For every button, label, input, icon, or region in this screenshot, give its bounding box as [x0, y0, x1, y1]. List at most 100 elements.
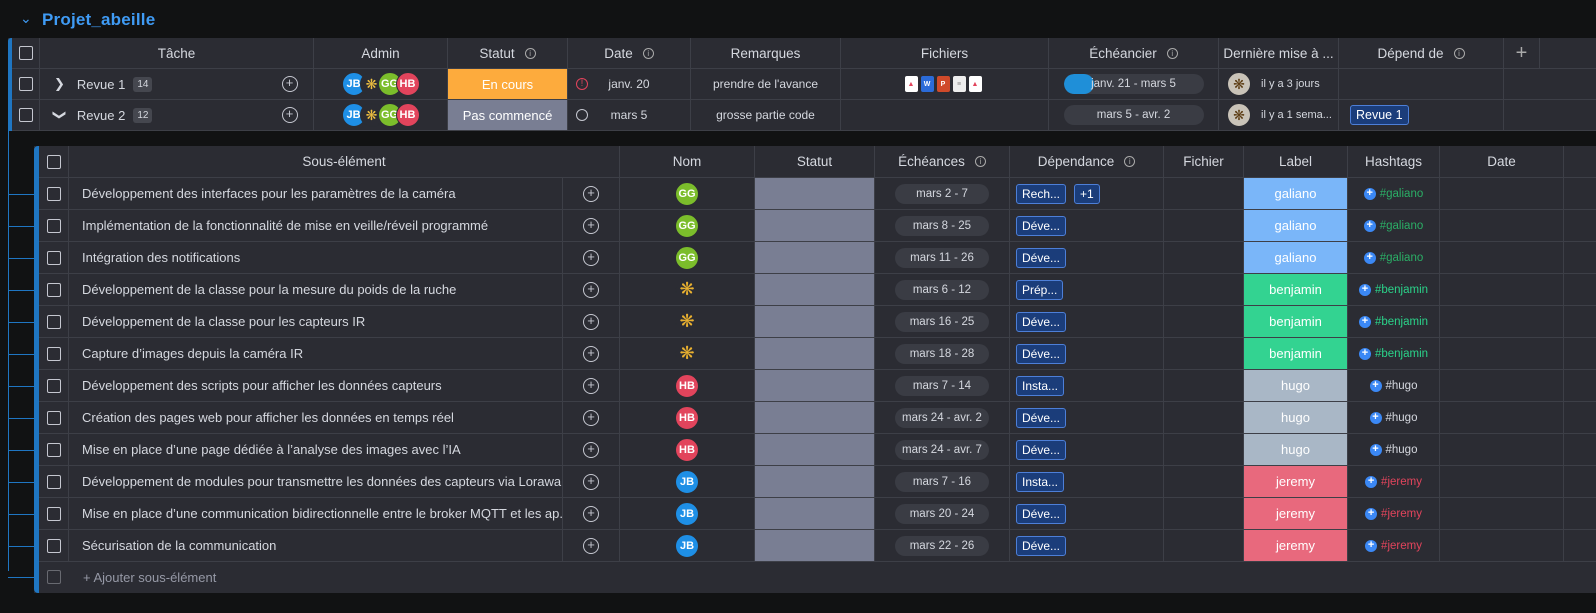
file-cell[interactable]	[1164, 530, 1244, 561]
hashtag-cell[interactable]: + #jeremy	[1348, 466, 1440, 497]
subitem-date-cell[interactable]	[1440, 306, 1564, 337]
file-cell[interactable]	[1164, 306, 1244, 337]
add-subitem-button[interactable]: + Ajouter sous-élément	[83, 561, 383, 593]
deadline-cell[interactable]: mars 18 - 28	[875, 338, 1010, 369]
date-cell[interactable]: mars 5	[568, 100, 691, 130]
subitem-date-cell[interactable]	[1440, 402, 1564, 433]
subitem-title[interactable]: Sécurisation de la communication	[69, 530, 563, 561]
header-files[interactable]: Fichiers	[841, 38, 1049, 68]
file-cell[interactable]	[1164, 178, 1244, 209]
deadline-pill[interactable]: mars 7 - 16	[895, 471, 989, 492]
add-hashtag-icon[interactable]: +	[1358, 315, 1371, 328]
sub-header-date[interactable]: Date	[1440, 146, 1564, 177]
add-update-icon[interactable]: +	[583, 249, 599, 266]
hashtag-tag[interactable]: + #hugo	[1369, 411, 1417, 424]
owner-cell[interactable]: ❋	[620, 274, 755, 305]
label-cell[interactable]: galiano	[1244, 210, 1348, 241]
add-hashtag-icon[interactable]: +	[1365, 539, 1378, 552]
label-cell[interactable]: hugo	[1244, 402, 1348, 433]
avatar[interactable]: HB	[395, 72, 420, 96]
last-update-cell[interactable]: ❋ il y a 3 jours	[1219, 69, 1339, 99]
sub-header-file[interactable]: Fichier	[1164, 146, 1244, 177]
subitem-title[interactable]: Capture d’images depuis la caméra IR	[69, 338, 563, 369]
admin-cell[interactable]: JB ❋ GG HB	[314, 100, 448, 130]
avatar[interactable]: HB	[675, 437, 699, 462]
subitem-title[interactable]: Mise en place d’une communication bidire…	[69, 498, 563, 529]
task-name[interactable]: Revue 2	[77, 108, 125, 123]
add-update-icon[interactable]: +	[583, 217, 599, 234]
label-cell[interactable]: jeremy	[1244, 498, 1348, 529]
remarks-cell[interactable]: prendre de l'avance	[691, 69, 841, 99]
header-depends[interactable]: Dépend de i	[1339, 38, 1504, 68]
deadline-pill[interactable]: mars 24 - avr. 7	[895, 439, 989, 460]
deadline-pill[interactable]: mars 2 - 7	[895, 183, 989, 204]
dependency-cell[interactable]: Déve...	[1010, 306, 1164, 337]
file-cell[interactable]	[1164, 434, 1244, 465]
deadline-pill[interactable]: mars 16 - 25	[895, 311, 989, 332]
add-hashtag-icon[interactable]: +	[1365, 507, 1378, 520]
subitem-status-cell[interactable]	[755, 466, 875, 497]
subitem-count-badge[interactable]: 14	[133, 76, 153, 92]
hashtag-cell[interactable]: + #galiano	[1348, 210, 1440, 241]
subitem-date-cell[interactable]	[1440, 530, 1564, 561]
dependency-chip[interactable]: Déve...	[1016, 439, 1067, 460]
file-cell[interactable]	[1164, 210, 1244, 241]
dependency-cell[interactable]: Déve...	[1010, 498, 1164, 529]
pdf-file-icon[interactable]: ▲	[968, 76, 982, 92]
add-update-icon[interactable]: +	[583, 313, 599, 330]
subitem-date-cell[interactable]	[1440, 434, 1564, 465]
subitem-status-cell[interactable]	[755, 306, 875, 337]
group-title[interactable]: Projet_abeille	[42, 10, 155, 30]
deadline-cell[interactable]: mars 6 - 12	[875, 274, 1010, 305]
files-cell[interactable]	[841, 100, 1049, 130]
timeline-cell[interactable]: janv. 21 - mars 5	[1049, 69, 1219, 99]
dependency-chip[interactable]: Déve...	[1016, 247, 1067, 268]
sub-header-name[interactable]: Nom	[620, 146, 755, 177]
header-status[interactable]: Statut i	[448, 38, 568, 68]
file-cell[interactable]	[1164, 466, 1244, 497]
dependency-chip[interactable]: Déve...	[1016, 311, 1067, 332]
add-update-icon[interactable]: +	[583, 281, 599, 298]
label-cell[interactable]: galiano	[1244, 178, 1348, 209]
subitem-checkbox[interactable]	[46, 314, 61, 329]
bee-avatar-icon[interactable]: ❋	[1227, 72, 1251, 96]
sub-header-status[interactable]: Statut	[755, 146, 875, 177]
deadline-pill[interactable]: mars 24 - avr. 2	[895, 407, 989, 428]
add-hashtag-icon[interactable]: +	[1358, 283, 1371, 296]
avatar[interactable]: HB	[675, 405, 699, 430]
dependency-more-chip[interactable]: +1	[1074, 183, 1100, 204]
deadline-cell[interactable]: mars 24 - avr. 7	[875, 434, 1010, 465]
dependency-cell[interactable]: Déve...	[1010, 242, 1164, 273]
info-icon[interactable]: i	[1166, 47, 1178, 59]
add-hashtag-icon[interactable]: +	[1369, 443, 1382, 456]
hashtag-tag[interactable]: + #galiano	[1363, 251, 1423, 264]
file-cell[interactable]	[1164, 274, 1244, 305]
add-hashtag-icon[interactable]: +	[1363, 219, 1376, 232]
label-cell[interactable]: jeremy	[1244, 466, 1348, 497]
timeline-pill[interactable]: janv. 21 - mars 5	[1063, 74, 1204, 94]
deadline-cell[interactable]: mars 2 - 7	[875, 178, 1010, 209]
hashtag-tag[interactable]: + #galiano	[1363, 187, 1423, 200]
deadline-pill[interactable]: mars 18 - 28	[895, 343, 989, 364]
last-update-cell[interactable]: ❋ il y a 1 sema...	[1219, 100, 1339, 130]
subitem-date-cell[interactable]	[1440, 210, 1564, 241]
add-update-icon[interactable]: +	[583, 537, 599, 554]
dependency-cell[interactable]: Déve...	[1010, 402, 1164, 433]
label-cell[interactable]: galiano	[1244, 242, 1348, 273]
deadline-pill[interactable]: mars 8 - 25	[895, 215, 989, 236]
add-update-icon[interactable]: +	[583, 441, 599, 458]
file-cell[interactable]	[1164, 402, 1244, 433]
dependency-chip[interactable]: Insta...	[1016, 471, 1065, 492]
info-icon[interactable]: i	[642, 47, 654, 59]
label-cell[interactable]: hugo	[1244, 434, 1348, 465]
label-cell[interactable]: benjamin	[1244, 306, 1348, 337]
dependency-cell[interactable]: Prép...	[1010, 274, 1164, 305]
hashtag-tag[interactable]: + #hugo	[1369, 379, 1417, 392]
dependency-chip[interactable]: Déve...	[1016, 503, 1067, 524]
dependency-chip[interactable]: Déve...	[1016, 343, 1067, 364]
deadline-cell[interactable]: mars 24 - avr. 2	[875, 402, 1010, 433]
subitem-date-cell[interactable]	[1440, 466, 1564, 497]
owner-cell[interactable]: GG	[620, 242, 755, 273]
sub-header-deadlines[interactable]: Échéances i	[875, 146, 1010, 177]
deadline-cell[interactable]: mars 11 - 26	[875, 242, 1010, 273]
